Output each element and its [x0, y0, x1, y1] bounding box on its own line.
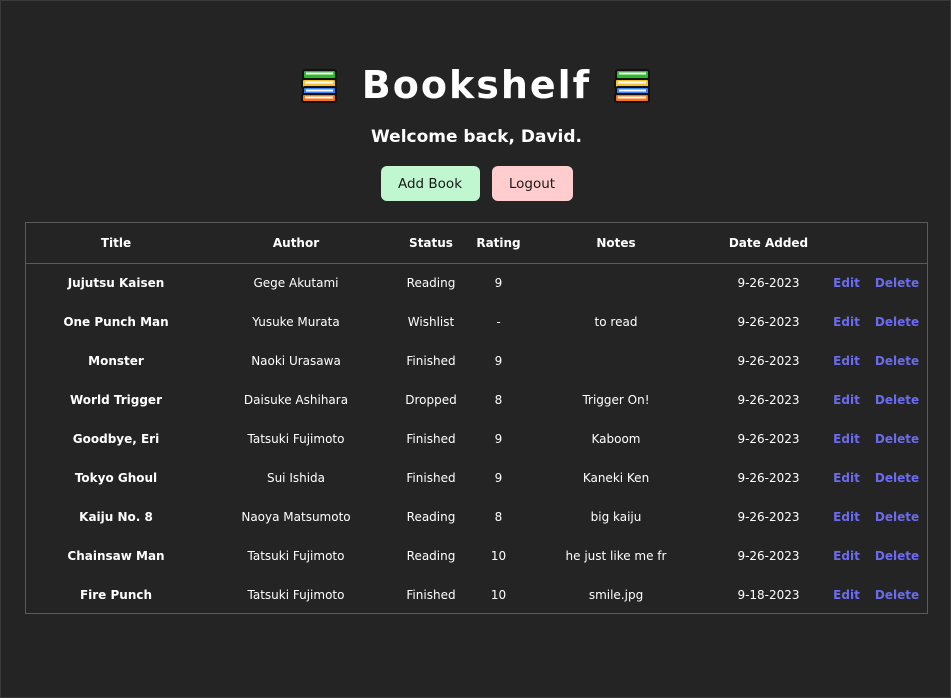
- delete-link[interactable]: Delete: [875, 471, 919, 485]
- book-date-added: 9-26-2023: [737, 470, 800, 485]
- book-date-added: 9-26-2023: [737, 509, 800, 524]
- book-date-added: 9-26-2023: [737, 353, 800, 368]
- book-author: Yusuke Murata: [252, 314, 340, 329]
- book-notes: to read: [594, 314, 638, 329]
- table-row: Monster Naoki Urasawa Finished 9 9-26-20…: [26, 341, 927, 380]
- table-row: Goodbye, Eri Tatsuki Fujimoto Finished 9…: [26, 419, 927, 458]
- books-table: Title Author Status Rating Notes Date Ad…: [25, 222, 928, 614]
- table-row: One Punch Man Yusuke Murata Wishlist - t…: [26, 302, 927, 341]
- edit-link[interactable]: Edit: [833, 549, 860, 563]
- edit-link[interactable]: Edit: [833, 510, 860, 524]
- table-row: World Trigger Daisuke Ashihara Dropped 8…: [26, 380, 927, 419]
- welcome-message: Welcome back, David.: [371, 127, 582, 147]
- book-date-added: 9-26-2023: [737, 275, 800, 290]
- book-notes: smile.jpg: [588, 587, 644, 602]
- column-header-notes: Notes: [521, 223, 711, 264]
- book-rating: 10: [490, 548, 507, 563]
- book-author: Daisuke Ashihara: [243, 392, 349, 407]
- table-row: Chainsaw Man Tatsuki Fujimoto Reading 10…: [26, 536, 927, 575]
- book-notes: big kaiju: [590, 509, 642, 524]
- book-author: Tatsuki Fujimoto: [247, 587, 345, 602]
- page-title: Bookshelf: [361, 63, 592, 107]
- book-title: Monster: [88, 353, 144, 368]
- book-author: Tatsuki Fujimoto: [247, 431, 345, 446]
- book-title: Tokyo Ghoul: [74, 470, 158, 485]
- column-header-rating: Rating: [476, 223, 521, 264]
- table-header-row: Title Author Status Rating Notes Date Ad…: [26, 223, 927, 264]
- book-status: Reading: [406, 548, 456, 563]
- book-title: World Trigger: [70, 392, 162, 407]
- column-header-title: Title: [26, 223, 206, 264]
- edit-link[interactable]: Edit: [833, 354, 860, 368]
- delete-link[interactable]: Delete: [875, 276, 919, 290]
- table-row: Kaiju No. 8 Naoya Matsumoto Reading 8 bi…: [26, 497, 927, 536]
- book-status: Dropped: [405, 392, 457, 407]
- delete-link[interactable]: Delete: [875, 315, 919, 329]
- book-date-added: 9-26-2023: [737, 431, 800, 446]
- delete-link[interactable]: Delete: [875, 549, 919, 563]
- table-row: Tokyo Ghoul Sui Ishida Finished 9 Kaneki…: [26, 458, 927, 497]
- book-rating: 10: [490, 587, 507, 602]
- book-rating: 9: [494, 275, 503, 290]
- book-author: Sui Ishida: [266, 470, 326, 485]
- logout-button[interactable]: Logout: [491, 166, 573, 201]
- column-header-edit: [826, 223, 867, 264]
- table-row: Jujutsu Kaisen Gege Akutami Reading 9 9-…: [26, 263, 927, 302]
- book-notes: [521, 341, 711, 380]
- column-header-date-added: Date Added: [711, 223, 826, 264]
- book-author: Naoki Urasawa: [251, 353, 341, 368]
- add-book-button[interactable]: Add Book: [380, 166, 480, 201]
- book-title: Jujutsu Kaisen: [67, 275, 165, 290]
- delete-link[interactable]: Delete: [875, 588, 919, 602]
- book-rating: 8: [494, 509, 503, 524]
- edit-link[interactable]: Edit: [833, 588, 860, 602]
- book-author: Naoya Matsumoto: [241, 509, 351, 524]
- book-date-added: 9-18-2023: [737, 587, 800, 602]
- table-row: Fire Punch Tatsuki Fujimoto Finished 10 …: [26, 575, 927, 614]
- book-status: Finished: [406, 470, 456, 485]
- book-date-added: 9-26-2023: [737, 548, 800, 563]
- book-date-added: 9-26-2023: [737, 314, 800, 329]
- book-title: Chainsaw Man: [67, 548, 165, 563]
- book-notes: Trigger On!: [582, 392, 650, 407]
- book-rating: -: [496, 314, 501, 329]
- book-author: Tatsuki Fujimoto: [247, 548, 345, 563]
- book-title: Fire Punch: [79, 587, 153, 602]
- book-notes: Kaboom: [591, 431, 641, 446]
- edit-link[interactable]: Edit: [833, 315, 860, 329]
- book-rating: 9: [494, 353, 503, 368]
- column-header-delete: [867, 223, 927, 264]
- book-notes: he just like me fr: [565, 548, 667, 563]
- book-status: Finished: [406, 431, 456, 446]
- book-status: Finished: [406, 353, 456, 368]
- books-icon: [614, 69, 651, 103]
- book-rating: 9: [494, 431, 503, 446]
- delete-link[interactable]: Delete: [875, 354, 919, 368]
- delete-link[interactable]: Delete: [875, 432, 919, 446]
- book-date-added: 9-26-2023: [737, 392, 800, 407]
- book-title: One Punch Man: [63, 314, 169, 329]
- action-bar: Add Book Logout: [1, 166, 951, 201]
- book-status: Reading: [406, 275, 456, 290]
- book-status: Reading: [406, 509, 456, 524]
- column-header-status: Status: [386, 223, 476, 264]
- edit-link[interactable]: Edit: [833, 276, 860, 290]
- book-status: Wishlist: [407, 314, 455, 329]
- book-rating: 8: [494, 392, 503, 407]
- book-notes: Kaneki Ken: [582, 470, 650, 485]
- book-title: Kaiju No. 8: [79, 509, 153, 524]
- edit-link[interactable]: Edit: [833, 471, 860, 485]
- edit-link[interactable]: Edit: [833, 432, 860, 446]
- book-rating: 9: [494, 470, 503, 485]
- edit-link[interactable]: Edit: [833, 393, 860, 407]
- book-author: Gege Akutami: [253, 275, 339, 290]
- book-notes: [521, 263, 711, 302]
- column-header-author: Author: [206, 223, 386, 264]
- books-icon: [300, 69, 337, 103]
- page-header: Bookshelf: [1, 59, 951, 111]
- delete-link[interactable]: Delete: [875, 393, 919, 407]
- book-title: Goodbye, Eri: [72, 431, 160, 446]
- book-status: Finished: [406, 587, 456, 602]
- delete-link[interactable]: Delete: [875, 510, 919, 524]
